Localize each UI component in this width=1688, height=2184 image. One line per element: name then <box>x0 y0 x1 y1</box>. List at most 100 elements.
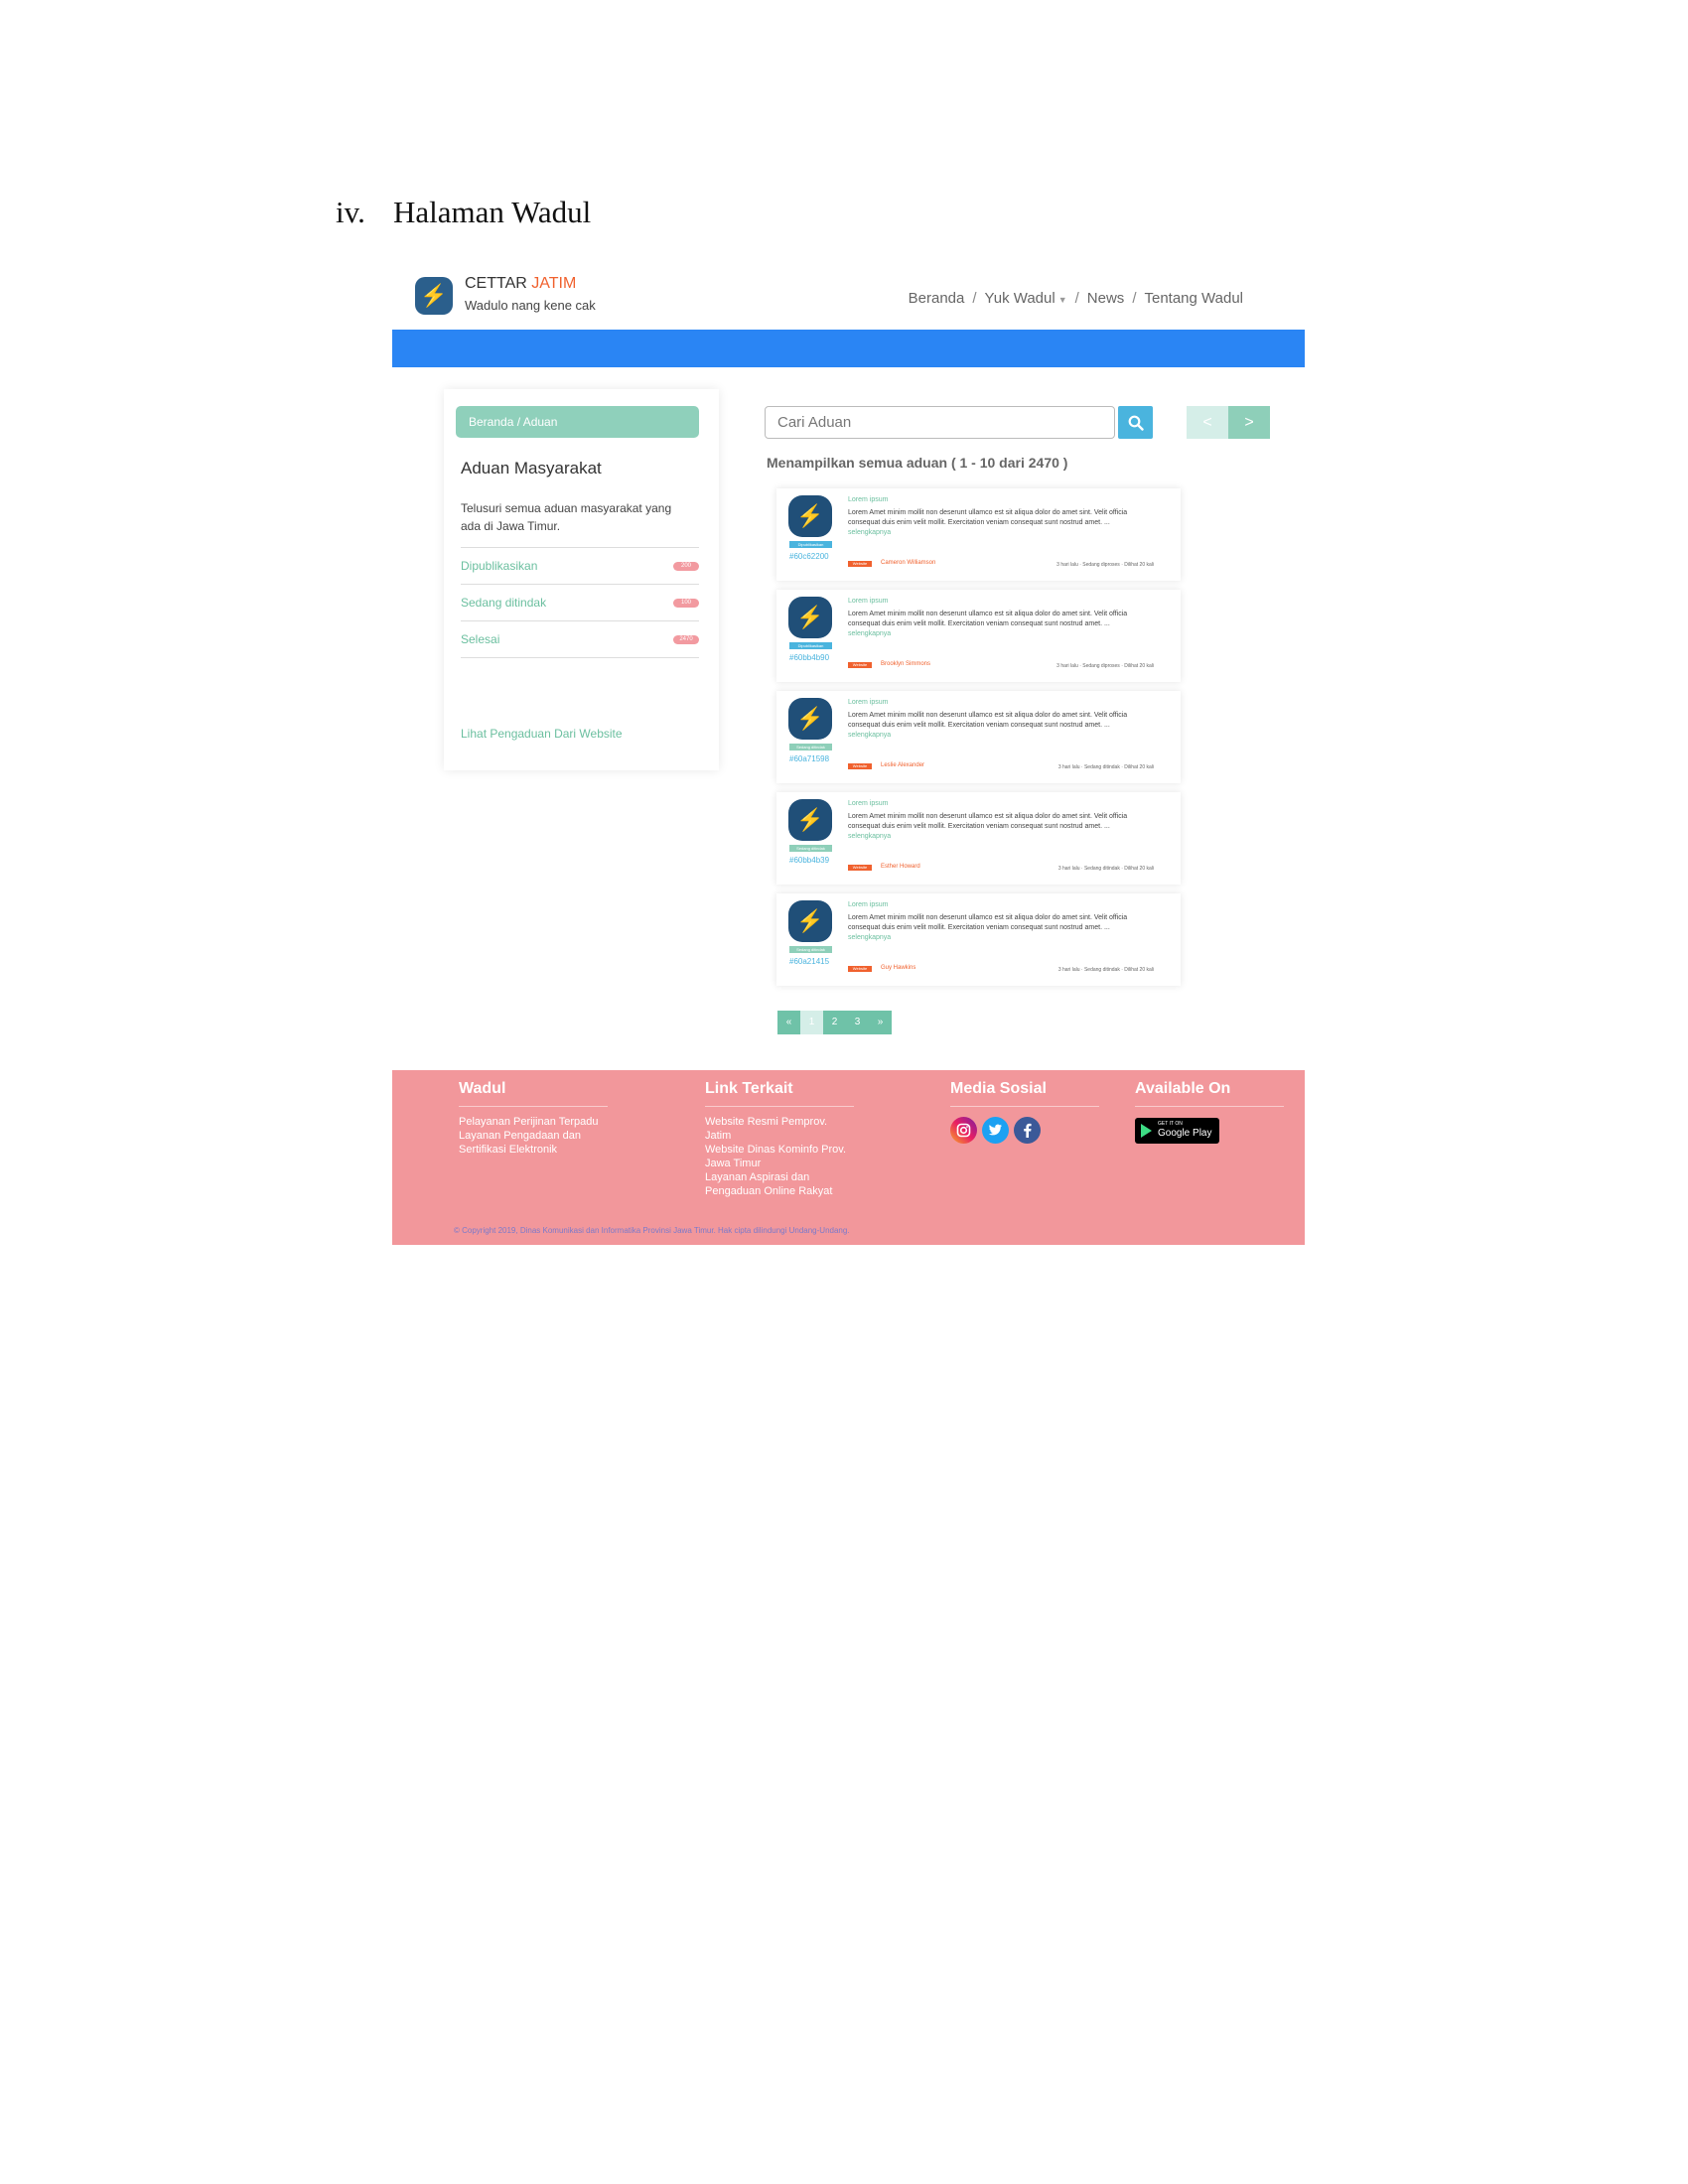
read-more-link[interactable]: selengkapnya <box>848 732 891 739</box>
read-more-link[interactable]: selengkapnya <box>848 833 891 840</box>
complaint-body: Lorem Amet minim mollit non deserunt ull… <box>848 712 1128 739</box>
caret-down-icon: ▼ <box>1057 295 1067 305</box>
google-play-icon <box>1141 1124 1152 1138</box>
nav-separator: / <box>972 290 977 307</box>
complaint-author: Leslie Alexander <box>881 762 925 768</box>
lightning-avatar-icon: ⚡ <box>788 900 832 942</box>
complaint-body: Lorem Amet minim mollit non deserunt ull… <box>848 914 1128 941</box>
first-page-button[interactable]: « <box>777 1011 800 1034</box>
complaint-author: Esther Howard <box>881 864 920 870</box>
page-3-button[interactable]: 3 <box>846 1011 869 1034</box>
complaint-id: #60a71598 <box>789 754 830 763</box>
status-count-badge: 200 <box>673 562 699 571</box>
twitter-icon[interactable] <box>982 1117 1009 1144</box>
complaint-text: Lorem Amet minim mollit non deserunt ull… <box>848 914 1128 931</box>
read-more-link[interactable]: selengkapnya <box>848 934 891 941</box>
status-label: Dipublikasikan <box>461 559 538 573</box>
complaint-meta: 3 hari lalu · Sedang ditindak · Dilihat … <box>1057 967 1154 973</box>
status-badge: Dipublikasikan <box>789 541 832 548</box>
read-more-link[interactable]: selengkapnya <box>848 630 891 637</box>
complaint-id: #60a21415 <box>789 957 830 966</box>
footer-col-available-on: Available On GET IT ON Google Play <box>1135 1080 1284 1144</box>
nav-menu: Beranda / Yuk Wadul ▼ / News / Tentang Wa… <box>909 290 1243 307</box>
complaint-id: #60c62200 <box>789 552 829 561</box>
last-page-button[interactable]: » <box>869 1011 892 1034</box>
footer-link[interactable]: Website Dinas Kominfo Prov. Jawa Timur <box>705 1143 854 1170</box>
complaint-card[interactable]: ⚡ Sedang ditindak #60a71598 Lorem ipsum … <box>776 691 1181 783</box>
status-item-dipublikasikan[interactable]: Dipublikasikan 200 <box>461 547 699 584</box>
status-badge: Sedang ditindak <box>789 946 832 953</box>
breadcrumb[interactable]: Beranda / Aduan <box>456 406 699 438</box>
website-complaints-link[interactable]: Lihat Pengaduan Dari Website <box>461 727 623 741</box>
source-tag: Website <box>848 561 872 567</box>
complaint-author: Brooklyn Simmons <box>881 661 931 667</box>
complaint-body: Lorem Amet minim mollit non deserunt ull… <box>848 509 1128 536</box>
nav-item-tentang-wadul[interactable]: Tentang Wadul <box>1144 290 1243 307</box>
sidebar-card: Beranda / Aduan Aduan Masyarakat Telusur… <box>444 389 719 770</box>
search-box <box>765 406 1115 439</box>
complaint-card[interactable]: ⚡ Sedang ditindak #60bb4b39 Lorem ipsum … <box>776 792 1181 885</box>
complaint-text: Lorem Amet minim mollit non deserunt ull… <box>848 712 1128 729</box>
page-1-button[interactable]: 1 <box>800 1011 823 1034</box>
prev-button[interactable]: < <box>1187 406 1228 439</box>
complaint-text: Lorem Amet minim mollit non deserunt ull… <box>848 813 1128 830</box>
footer-heading: Wadul <box>459 1080 608 1107</box>
sidebar-title: Aduan Masyarakat <box>461 459 602 478</box>
status-badge: Dipublikasikan <box>789 642 832 649</box>
footer-col-wadul: Wadul Pelayanan Perijinan Terpadu Layana… <box>459 1080 608 1157</box>
complaint-author: Guy Hawkins <box>881 965 916 971</box>
footer-link[interactable]: Layanan Pengadaan dan Sertifikasi Elektr… <box>459 1129 608 1157</box>
status-list: Dipublikasikan 200 Sedang ditindak 100 S… <box>461 547 699 658</box>
footer-heading: Available On <box>1135 1080 1284 1107</box>
status-count-badge: 2470 <box>673 635 699 644</box>
navbar: ⚡ CETTAR JATIM Wadulo nang kene cak Bera… <box>392 260 1305 330</box>
social-icons <box>950 1117 1099 1144</box>
search-icon <box>1128 415 1144 431</box>
complaint-card[interactable]: ⚡ Dipublikasikan #60bb4b90 Lorem ipsum L… <box>776 590 1181 682</box>
header-banner <box>392 330 1305 367</box>
complaint-card[interactable]: ⚡ Sedang ditindak #60a21415 Lorem ipsum … <box>776 893 1181 986</box>
source-tag: Website <box>848 865 872 871</box>
instagram-icon[interactable] <box>950 1117 977 1144</box>
complaint-meta: 3 hari lalu · Sedang diproses · Dilihat … <box>1056 663 1154 669</box>
heading-title: Halaman Wadul <box>393 195 592 229</box>
complaint-body: Lorem Amet minim mollit non deserunt ull… <box>848 813 1128 840</box>
status-label: Selesai <box>461 632 500 646</box>
lightning-logo-icon[interactable]: ⚡ <box>415 277 453 315</box>
complaint-list: ⚡ Dipublikasikan #60c62200 Lorem ipsum L… <box>776 488 1181 995</box>
brand-name[interactable]: CETTAR JATIM <box>465 275 576 293</box>
complaint-title: Lorem ipsum <box>848 699 889 706</box>
status-item-selesai[interactable]: Selesai 2470 <box>461 620 699 658</box>
heading-number: iv. <box>336 195 365 229</box>
status-item-sedang-ditindak[interactable]: Sedang ditindak 100 <box>461 584 699 620</box>
search-button[interactable] <box>1118 406 1153 439</box>
footer-link[interactable]: Pelayanan Perijinan Terpadu <box>459 1115 608 1129</box>
complaint-text: Lorem Amet minim mollit non deserunt ull… <box>848 611 1128 627</box>
nav-item-yuk-wadul[interactable]: Yuk Wadul ▼ <box>985 290 1067 307</box>
badge-small-text: GET IT ON <box>1158 1121 1183 1127</box>
source-tag: Website <box>848 966 872 972</box>
nav-item-beranda[interactable]: Beranda <box>909 290 965 307</box>
nav-separator: / <box>1132 290 1137 307</box>
document-heading: iv. Halaman Wadul <box>336 195 591 230</box>
complaint-title: Lorem ipsum <box>848 800 889 807</box>
complaint-meta: 3 hari lalu · Sedang ditindak · Dilihat … <box>1057 764 1154 770</box>
nav-item-yuk-wadul-label: Yuk Wadul <box>984 290 1055 307</box>
complaint-card[interactable]: ⚡ Dipublikasikan #60c62200 Lorem ipsum L… <box>776 488 1181 581</box>
search-input[interactable] <box>775 413 1077 432</box>
source-tag: Website <box>848 763 872 769</box>
footer-link[interactable]: Website Resmi Pemprov. Jatim <box>705 1115 854 1143</box>
footer-link[interactable]: Layanan Aspirasi dan Pengaduan Online Ra… <box>705 1170 854 1198</box>
nav-item-news[interactable]: News <box>1087 290 1125 307</box>
brand-tagline: Wadulo nang kene cak <box>465 298 596 313</box>
google-play-badge[interactable]: GET IT ON Google Play <box>1135 1118 1219 1144</box>
read-more-link[interactable]: selengkapnya <box>848 529 891 536</box>
status-label: Sedang ditindak <box>461 596 547 610</box>
facebook-icon[interactable] <box>1014 1117 1041 1144</box>
source-tag: Website <box>848 662 872 668</box>
brand-main: CETTAR <box>465 275 527 292</box>
brand-accent: JATIM <box>531 275 577 292</box>
next-button[interactable]: > <box>1228 406 1270 439</box>
page-2-button[interactable]: 2 <box>823 1011 846 1034</box>
lightning-avatar-icon: ⚡ <box>788 799 832 841</box>
